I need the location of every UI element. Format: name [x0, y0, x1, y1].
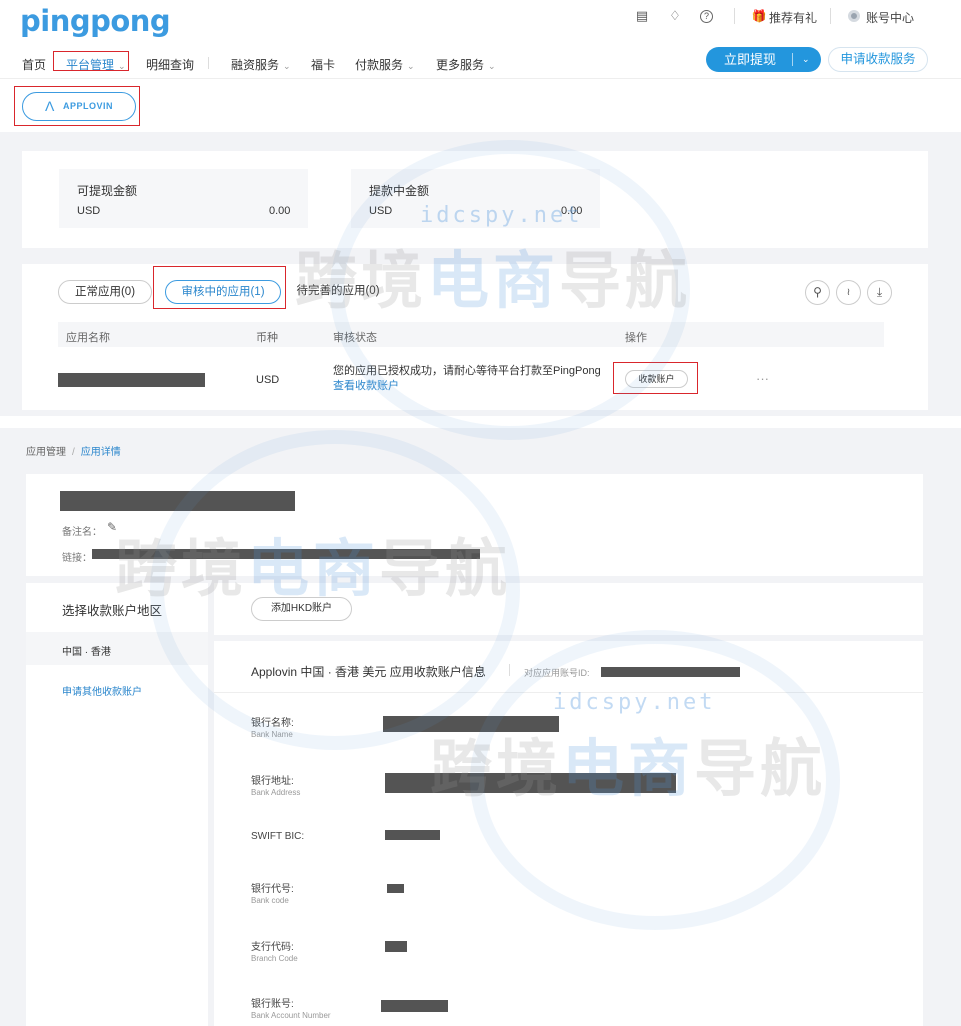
chevron-down-icon: ⌄ — [283, 61, 291, 71]
nav-label: 融资服务 — [231, 58, 280, 72]
nav-payment[interactable]: 付款服务 ⌄ — [355, 56, 415, 73]
bank-address-label: 银行地址: Bank Address — [251, 772, 300, 797]
label-cn: 银行账号: — [251, 999, 294, 1010]
avatar-icon — [848, 10, 860, 22]
redacted-swift — [385, 830, 440, 840]
gift-icon: 🎁 — [751, 9, 767, 23]
pingpong-logo[interactable]: pingpong — [20, 4, 171, 38]
watermark-text: 跨境电商导航 — [115, 518, 511, 608]
help-icon[interactable]: ? — [700, 10, 713, 23]
header-divider — [0, 78, 961, 79]
wm-part: 导航 — [694, 735, 827, 804]
swift-label: SWIFT BIC: — [251, 831, 304, 842]
available-currency: USD — [77, 205, 101, 217]
watermark-text: 跨境电商导航 — [295, 230, 691, 320]
top-header: pingpong ▤ ♢ ? 🎁 推荐有礼 账号中心 首页 平台管理 ⌄ 明细查询… — [0, 0, 961, 132]
account-center-link[interactable]: 账号中心 — [866, 9, 914, 26]
chevron-down-icon: ⌄ — [407, 61, 415, 71]
wm-part: 导航 — [379, 535, 512, 604]
available-title: 可提现金额 — [77, 184, 138, 198]
divider — [208, 57, 209, 69]
available-amount: 0.00 — [269, 205, 291, 217]
nav-detail-query[interactable]: 明细查询 — [146, 56, 194, 73]
apply-collection-button[interactable]: 申请收款服务 — [828, 47, 928, 72]
annotation-box — [53, 51, 129, 71]
redacted-branch-code — [385, 941, 407, 952]
divider — [830, 8, 831, 24]
watermark-url: idcspy.net — [553, 690, 716, 715]
withdraw-label: 立即提现 — [724, 52, 777, 67]
tab-normal-apps[interactable]: 正常应用(0) — [58, 280, 152, 304]
redacted-app-name — [58, 373, 205, 387]
wm-part: 电商 — [427, 247, 560, 316]
label-en: Bank Account Number — [251, 1011, 331, 1020]
breadcrumb-current: 应用详情 — [80, 447, 121, 458]
region-hongkong[interactable]: 中国 · 香港 — [62, 643, 111, 658]
wm-part: 导航 — [559, 247, 692, 316]
col-currency: 币种 — [256, 332, 278, 344]
col-app-name: 应用名称 — [66, 332, 110, 344]
recommend-link[interactable]: 推荐有礼 — [769, 9, 817, 26]
more-options-icon[interactable]: ··· — [756, 371, 769, 386]
redacted-account-number — [381, 1000, 448, 1012]
nav-financing[interactable]: 融资服务 ⌄ — [231, 56, 291, 73]
nav-more[interactable]: 更多服务 ⌄ — [436, 56, 496, 73]
notes-icon[interactable]: ▤ — [634, 8, 650, 24]
search-icon[interactable]: ⚲ — [805, 280, 830, 305]
nav-label: 更多服务 — [436, 58, 485, 72]
label-en: Bank code — [251, 896, 289, 905]
remark-label: 备注名： — [62, 527, 102, 538]
breadcrumb-apps[interactable]: 应用管理 — [26, 447, 66, 458]
bank-code-label: 银行代号: Bank code — [251, 880, 294, 905]
label-en: Bank Address — [251, 788, 301, 797]
breadcrumb-separator: / — [72, 447, 75, 458]
label-cn: 银行代号: — [251, 884, 294, 895]
wm-part: 电商 — [247, 535, 380, 604]
wm-part: 跨境 — [115, 535, 248, 604]
eye-closed-icon[interactable]: ≀ — [836, 280, 861, 305]
link-label: 链接： — [62, 553, 92, 564]
annotation-box — [153, 266, 286, 309]
apply-other-account-link[interactable]: 申请其他收款账户 — [62, 683, 142, 698]
bell-icon[interactable]: ♢ — [667, 8, 683, 24]
nav-label: 付款服务 — [355, 58, 404, 72]
chevron-down-icon: ⌄ — [488, 61, 496, 71]
divider — [509, 664, 510, 676]
branch-code-label: 支行代码: Branch Code — [251, 938, 298, 963]
label-en: Branch Code — [251, 954, 298, 963]
label-cn: SWIFT BIC: — [251, 831, 305, 842]
wm-part: 跨境 — [295, 247, 428, 316]
divider — [734, 8, 735, 24]
divider — [792, 53, 793, 66]
breadcrumb: 应用管理 / 应用详情 — [26, 443, 121, 458]
watermark-text: 跨境电商导航 — [430, 718, 826, 808]
wm-part: 跨境 — [430, 735, 563, 804]
account-number-label: 银行账号: Bank Account Number — [251, 995, 331, 1020]
chevron-down-icon[interactable]: ⌄ — [802, 47, 810, 72]
watermark-url: idcspy.net — [420, 203, 583, 228]
label-cn: 支行代码: — [251, 942, 294, 953]
annotation-box — [14, 86, 140, 126]
redacted-bank-code — [387, 884, 404, 893]
withdraw-button[interactable]: 立即提现 ⌄ — [706, 47, 821, 72]
nav-fuka[interactable]: 福卡 — [311, 56, 335, 73]
download-icon[interactable]: ⤓ — [867, 280, 892, 305]
nav-home[interactable]: 首页 — [22, 56, 46, 73]
wm-part: 电商 — [562, 735, 695, 804]
row-currency: USD — [256, 374, 280, 386]
label-cn: 银行地址: — [251, 776, 294, 787]
